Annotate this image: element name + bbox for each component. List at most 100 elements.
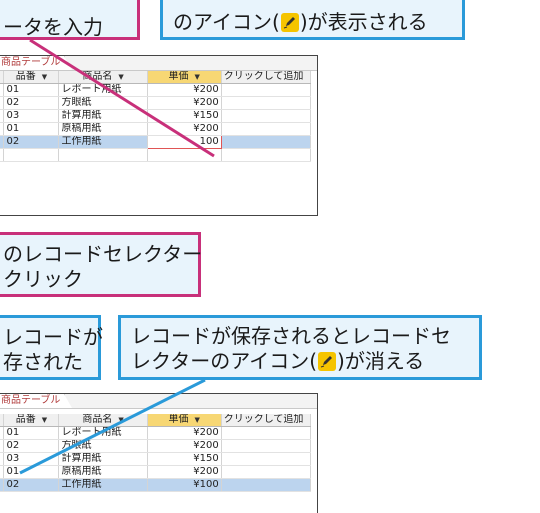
cell-price[interactable]: ¥200 (147, 439, 222, 453)
access-table-editing: 商品テーブル 品番 ▼ 商品名 ▼ 単価 ▼ クリックして追加 01 レポート用紙 ¥… (0, 55, 318, 216)
cell-price[interactable]: ¥200 (147, 465, 222, 479)
callout-enter-data-text: ータを入力 (3, 15, 103, 39)
callout-pencil-disappears-text2b: )が消える (337, 349, 425, 373)
cell-price[interactable]: ¥200 (147, 83, 222, 97)
column-header-price[interactable]: 単価 ▼ (147, 414, 222, 427)
column-header-price[interactable]: 単価 ▼ (147, 71, 222, 84)
cell-empty[interactable] (58, 148, 148, 162)
column-header-price-label: 単価 (168, 414, 189, 425)
callout-record-saved-text2: 存された (3, 350, 83, 374)
cell-code[interactable]: 01 (3, 122, 60, 136)
cell-empty[interactable] (221, 439, 312, 453)
table-row[interactable]: 01 レポート用紙 ¥200 (0, 426, 312, 440)
cell-empty[interactable] (221, 148, 312, 162)
column-header-add[interactable]: クリックして追加 (221, 414, 312, 427)
table-tab[interactable]: 商品テーブル (0, 394, 73, 408)
dropdown-arrow-icon[interactable]: ▼ (195, 416, 200, 424)
callout-enter-data: ータを入力 (0, 0, 140, 40)
cell-empty[interactable] (221, 465, 312, 479)
cell-code[interactable]: 03 (3, 109, 60, 123)
callout-pencil-shown-text-b: )が表示される (299, 10, 428, 34)
column-header-add-label: クリックして追加 (223, 71, 304, 82)
table-tab[interactable]: 商品テーブル (0, 56, 73, 70)
datasheet-grid: 品番 ▼ 商品名 ▼ 単価 ▼ クリックして追加 01 レポート用紙 ¥200 02 … (0, 71, 312, 162)
dropdown-arrow-icon[interactable]: ▼ (42, 416, 47, 424)
table-row[interactable]: 03 計算用紙 ¥150 (0, 452, 312, 466)
callout-record-selector-click-text1: のレコードセレクター (3, 242, 203, 266)
table-row[interactable]: 02 方眼紙 ¥200 (0, 96, 312, 110)
tab-bar: 商品テーブル (0, 56, 317, 71)
cell-name[interactable]: レポート用紙 (58, 83, 148, 97)
cell-name[interactable]: 原稿用紙 (58, 465, 148, 479)
datasheet-grid: 品番 ▼ 商品名 ▼ 単価 ▼ クリックして追加 01 レポート用紙 ¥200 02 … (0, 414, 312, 492)
column-header-price-label: 単価 (168, 71, 189, 82)
pencil-edit-icon (318, 352, 337, 371)
cell-name[interactable]: 工作用紙 (58, 478, 148, 492)
cell-empty[interactable] (221, 135, 312, 149)
cell-name[interactable]: レポート用紙 (58, 426, 148, 440)
cell-price[interactable]: ¥100 (147, 478, 222, 492)
callout-pencil-shown: のアイコン()が表示される (160, 0, 465, 40)
cell-name[interactable]: 方眼紙 (58, 439, 148, 453)
cell-name[interactable]: 計算用紙 (58, 109, 148, 123)
table-row[interactable]: 01 原稿用紙 ¥200 (0, 465, 312, 479)
column-header-code-label: 品番 (15, 71, 36, 82)
column-header-name[interactable]: 商品名 ▼ (58, 414, 148, 427)
cell-code[interactable]: 01 (3, 465, 60, 479)
cell-name[interactable]: 計算用紙 (58, 452, 148, 466)
pencil-edit-icon (280, 13, 299, 32)
column-header-name-label: 商品名 (82, 414, 113, 425)
table-row-new[interactable] (0, 148, 312, 162)
header-row: 品番 ▼ 商品名 ▼ 単価 ▼ クリックして追加 (0, 414, 312, 427)
cell-empty[interactable] (221, 96, 312, 110)
table-row[interactable]: 01 レポート用紙 ¥200 (0, 83, 312, 97)
cell-empty[interactable] (221, 426, 312, 440)
cell-empty[interactable] (221, 109, 312, 123)
cell-price[interactable]: ¥200 (147, 426, 222, 440)
cell-name[interactable]: 方眼紙 (58, 96, 148, 110)
cell-empty[interactable] (147, 148, 222, 162)
cell-name[interactable]: 工作用紙 (58, 135, 148, 149)
table-row-current[interactable]: 02 工作用紙 ¥100 (0, 478, 312, 492)
dropdown-arrow-icon[interactable]: ▼ (42, 73, 47, 81)
column-header-code[interactable]: 品番 ▼ (3, 414, 60, 427)
table-tab-label: 商品テーブル (1, 395, 61, 406)
callout-pencil-disappears-text1: レコードが保存されるとレコードセ (131, 324, 451, 348)
dropdown-arrow-icon[interactable]: ▼ (118, 73, 123, 81)
cell-code[interactable]: 02 (3, 96, 60, 110)
cell-price[interactable]: ¥200 (147, 96, 222, 110)
column-header-add-label: クリックして追加 (223, 414, 304, 425)
dropdown-arrow-icon[interactable]: ▼ (195, 73, 200, 81)
column-header-name-label: 商品名 (82, 71, 113, 82)
callout-record-saved: レコードが 存された (0, 315, 103, 380)
column-header-code[interactable]: 品番 ▼ (3, 71, 60, 84)
cell-code[interactable]: 02 (3, 135, 60, 149)
cell-code[interactable]: 02 (3, 439, 60, 453)
cell-code[interactable]: 03 (3, 452, 60, 466)
tab-bar: 商品テーブル (0, 394, 317, 409)
column-header-add[interactable]: クリックして追加 (221, 71, 312, 84)
cell-empty[interactable] (221, 83, 312, 97)
cell-price[interactable]: ¥150 (147, 452, 222, 466)
cell-price-editing[interactable]: 100 (146, 135, 222, 149)
cell-empty[interactable] (3, 148, 60, 162)
cell-empty[interactable] (221, 122, 312, 136)
cell-empty[interactable] (221, 452, 312, 466)
cell-price[interactable]: ¥200 (147, 122, 222, 136)
cell-code[interactable]: 02 (3, 478, 60, 492)
callout-record-saved-text1: レコードが (3, 325, 103, 349)
table-row[interactable]: 03 計算用紙 ¥150 (0, 109, 312, 123)
callout-record-selector-click: のレコードセレクター クリック (0, 232, 203, 297)
table-row[interactable]: 01 原稿用紙 ¥200 (0, 122, 312, 136)
table-row-current[interactable]: 02 工作用紙 100 (0, 135, 312, 149)
table-row[interactable]: 02 方眼紙 ¥200 (0, 439, 312, 453)
callout-pencil-disappears: レコードが保存されるとレコードセ レクターのアイコン()が消える (118, 315, 482, 380)
cell-name[interactable]: 原稿用紙 (58, 122, 148, 136)
cell-code[interactable]: 01 (3, 426, 60, 440)
cell-price[interactable]: ¥150 (147, 109, 222, 123)
column-header-name[interactable]: 商品名 ▼ (58, 71, 148, 84)
dropdown-arrow-icon[interactable]: ▼ (118, 416, 123, 424)
cell-empty[interactable] (221, 478, 312, 492)
cell-code[interactable]: 01 (3, 83, 60, 97)
column-header-code-label: 品番 (15, 414, 36, 425)
